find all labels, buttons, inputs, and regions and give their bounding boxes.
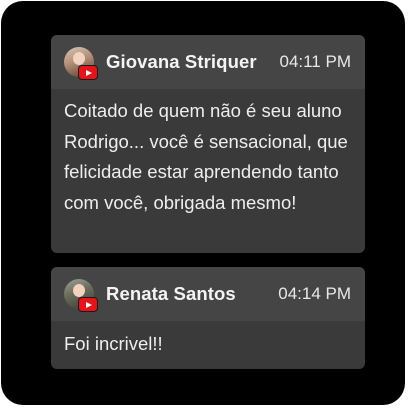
youtube-icon [78,65,98,80]
avatar-face [73,284,85,297]
comments-panel: Giovana Striquer 04:11 PM Coitado de que… [1,1,405,405]
avatar-face [73,52,85,65]
comment-author: Giovana Striquer [106,51,257,72]
comment-author: Renata Santos [106,283,236,304]
comment-message: Coitado de quem não é seu aluno Rodrigo.… [64,100,348,213]
comment-card[interactable]: Renata Santos 04:14 PM Foi incrivel!! [51,267,365,369]
comment-time: 04:11 PM [279,52,351,71]
comment-time: 04:14 PM [278,284,351,303]
comment-header: Giovana Striquer 04:11 PM [51,35,365,89]
comment-message: Foi incrivel!! [64,333,163,354]
avatar [64,47,98,80]
avatar [64,279,98,312]
comment-header: Renata Santos 04:14 PM [51,267,365,321]
youtube-icon [78,297,98,312]
comment-card[interactable]: Giovana Striquer 04:11 PM Coitado de que… [51,35,365,253]
